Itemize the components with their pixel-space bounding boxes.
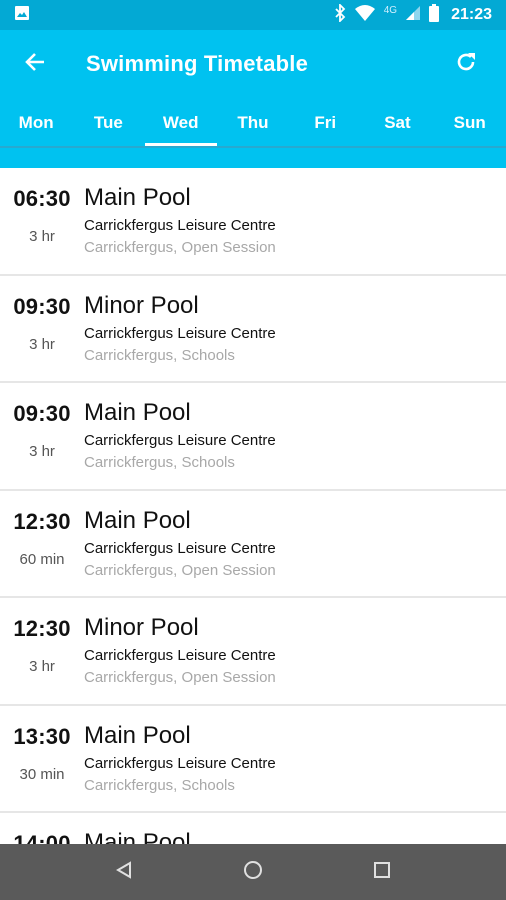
image-icon [14,5,30,26]
session-duration: 3 hr [29,658,55,675]
arrow-back-icon [24,51,46,78]
nav-home-button[interactable] [223,844,283,900]
refresh-icon [454,50,478,79]
session-list[interactable]: 06:30 3 hr Main Pool Carrickfergus Leisu… [0,168,506,844]
session-row[interactable]: 09:30 3 hr Main Pool Carrickfergus Leisu… [0,383,506,491]
session-time: 12:30 [13,508,71,534]
tab-tue[interactable]: Tue [72,98,144,146]
session-duration: 60 min [19,550,65,568]
session-row[interactable]: 14:00 Main Pool [0,813,506,844]
session-time: 09:30 [13,293,71,319]
centre-name: Carrickfergus Leisure Centre [84,324,276,342]
refresh-button[interactable] [426,30,506,98]
wifi-icon [354,4,376,27]
day-tabs: Mon Tue Wed Thu Fri Sat Sun [0,98,506,148]
battery-icon [429,3,440,27]
session-detail: Carrickfergus, Schools [84,346,235,364]
network-type-label: 4G [383,4,398,16]
session-detail: Carrickfergus, Schools [84,776,235,794]
tab-sun[interactable]: Sun [434,98,506,146]
tab-wed[interactable]: Wed [144,98,218,146]
app-bar: Swimming Timetable [0,30,506,98]
bluetooth-icon [334,2,346,27]
system-nav-bar [0,844,506,900]
centre-name: Carrickfergus Leisure Centre [84,217,276,234]
session-duration: 3 hr [29,443,55,460]
session-detail: Carrickfergus, Open Session [84,669,276,686]
recents-square-icon [372,860,392,885]
session-row[interactable]: 13:30 30 min Main Pool Carrickfergus Lei… [0,706,506,813]
back-triangle-icon [114,860,134,885]
session-row[interactable]: 09:30 3 hr Minor Pool Carrickfergus Leis… [0,276,506,383]
centre-name: Carrickfergus Leisure Centre [84,754,276,772]
status-bar: 4G 21:23 [0,0,506,30]
home-circle-icon [242,859,264,886]
centre-name: Carrickfergus Leisure Centre [84,539,276,557]
pool-name: Main Pool [84,506,191,534]
session-row[interactable]: 12:30 3 hr Minor Pool Carrickfergus Leis… [0,598,506,706]
pool-name: Main Pool [84,184,191,211]
back-button[interactable] [0,30,70,98]
pool-name: Main Pool [84,829,191,844]
nav-recents-button[interactable] [352,844,412,900]
session-detail: Carrickfergus, Open Session [84,239,276,256]
tab-sat[interactable]: Sat [361,98,433,146]
tab-thu[interactable]: Thu [217,98,289,146]
pool-name: Minor Pool [84,614,199,641]
centre-name: Carrickfergus Leisure Centre [84,647,276,664]
session-time: 09:30 [13,401,71,426]
pool-name: Main Pool [84,721,191,749]
cell-signal-icon [405,5,421,26]
session-time: 13:30 [13,723,71,749]
session-time: 14:00 [13,831,71,844]
centre-name: Carrickfergus Leisure Centre [84,432,276,449]
session-detail: Carrickfergus, Schools [84,454,235,471]
pool-name: Main Pool [84,399,191,426]
session-row[interactable]: 06:30 3 hr Main Pool Carrickfergus Leisu… [0,168,506,276]
nav-back-button[interactable] [94,844,154,900]
session-duration: 30 min [19,765,65,783]
session-time: 12:30 [13,616,71,641]
session-time: 06:30 [13,186,71,211]
page-title: Swimming Timetable [86,51,309,76]
session-duration: 3 hr [29,335,55,353]
tab-fri[interactable]: Fri [289,98,361,146]
session-detail: Carrickfergus, Open Session [84,561,276,579]
session-duration: 3 hr [29,228,55,245]
header-band [0,148,506,168]
pool-name: Minor Pool [84,291,199,319]
tab-mon[interactable]: Mon [0,98,72,146]
status-time: 21:23 [451,6,492,23]
session-row[interactable]: 12:30 60 min Main Pool Carrickfergus Lei… [0,491,506,598]
